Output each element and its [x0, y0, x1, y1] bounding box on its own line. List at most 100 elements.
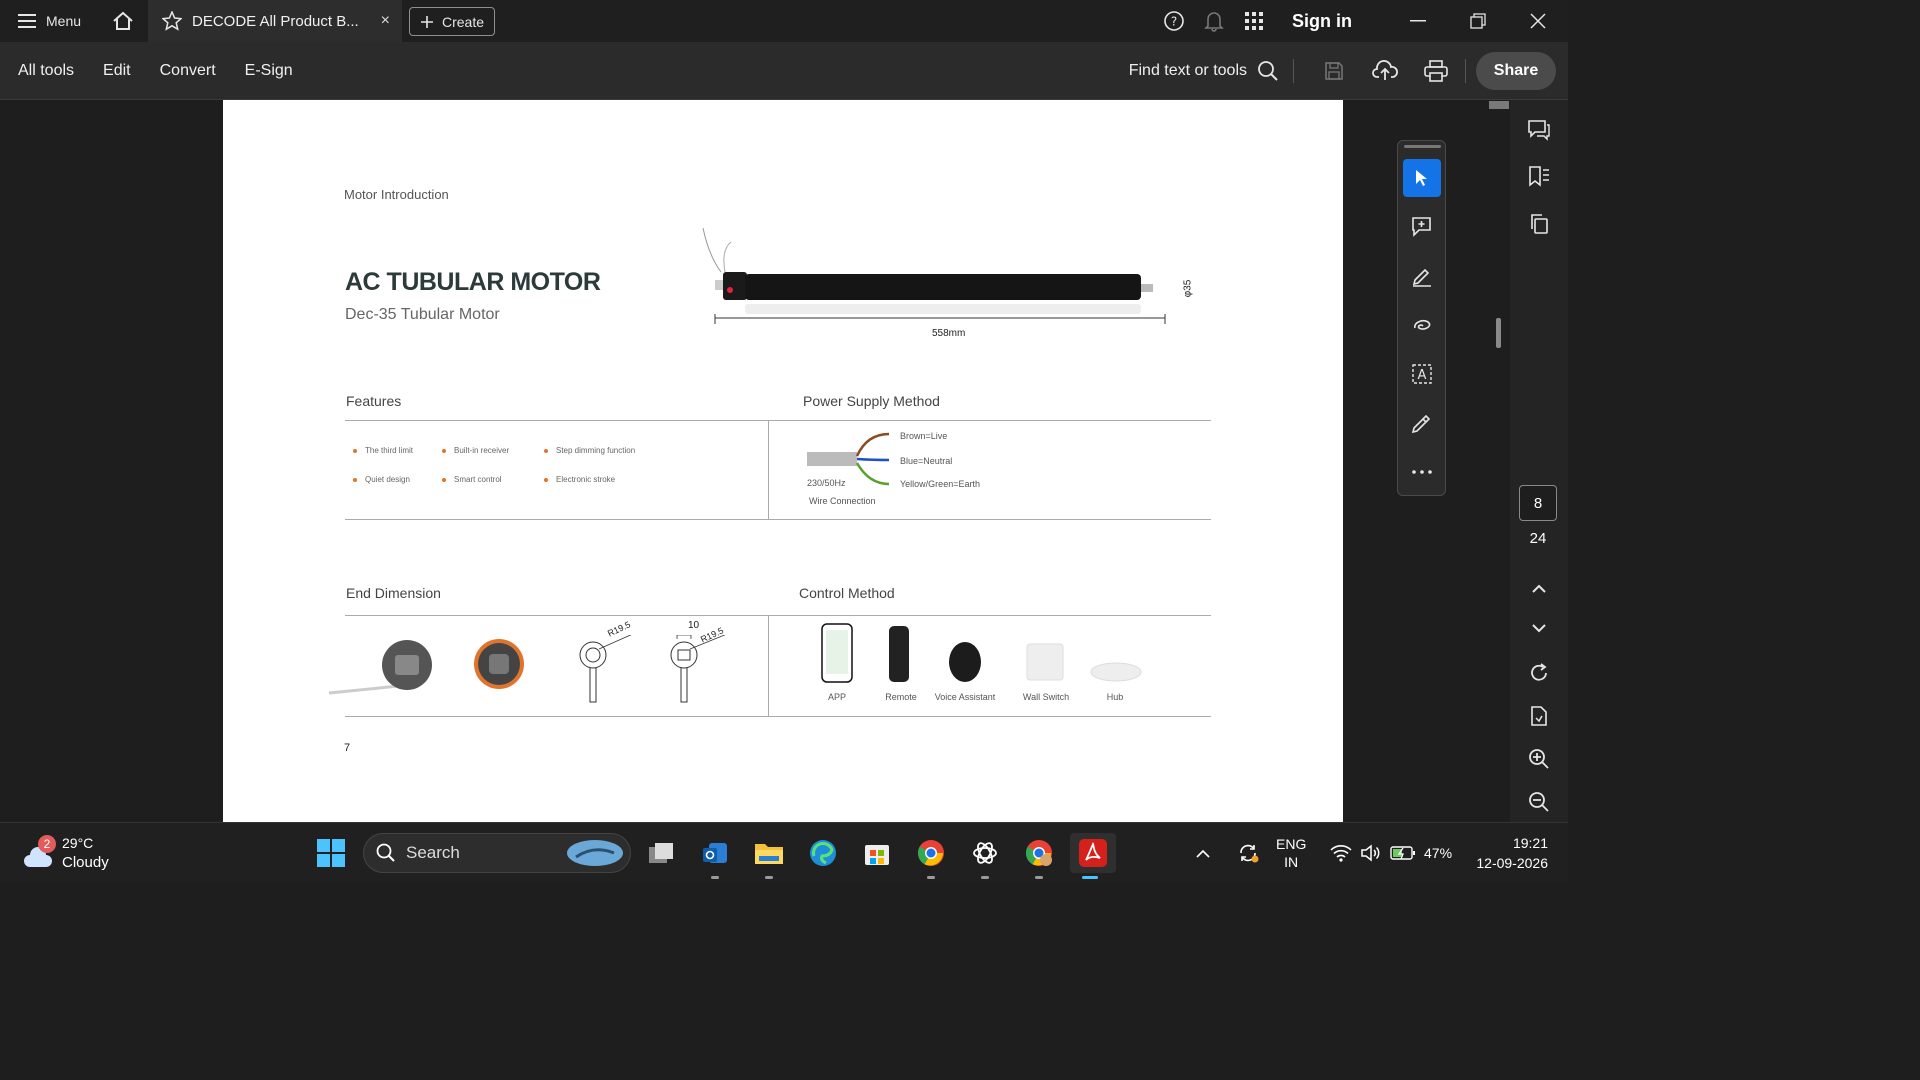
- select-tool[interactable]: [1403, 159, 1441, 197]
- tab-close-button[interactable]: ×: [381, 12, 390, 30]
- star-icon[interactable]: [162, 11, 182, 31]
- clock-date: 12-09-2026: [1476, 855, 1548, 871]
- close-window-button[interactable]: [1508, 13, 1568, 29]
- divider-vertical: [768, 420, 769, 520]
- comments-panel-button[interactable]: [1520, 112, 1558, 148]
- more-tools-button[interactable]: [1403, 453, 1441, 491]
- menu-button[interactable]: Menu: [0, 13, 100, 29]
- language-code: ENG: [1276, 836, 1307, 852]
- document-tab[interactable]: DECODE All Product B... ×: [148, 0, 402, 42]
- taskbar-search[interactable]: Search: [363, 833, 631, 873]
- product-title: AC TUBULAR MOTOR: [345, 268, 601, 296]
- zoom-in-button[interactable]: [1520, 741, 1558, 777]
- divider-line: [345, 519, 1211, 520]
- page-file-icon: [1531, 706, 1547, 726]
- apps-button[interactable]: [1234, 12, 1274, 30]
- keyboard-region: IN: [1284, 854, 1299, 870]
- document-viewer[interactable]: Motor Introduction AC TUBULAR MOTOR Dec-…: [0, 100, 1510, 822]
- task-view-icon: [649, 843, 673, 863]
- toolbar-edit[interactable]: Edit: [103, 62, 131, 80]
- weather-condition: Cloudy: [62, 854, 109, 871]
- printer-icon: [1423, 60, 1448, 82]
- store-app[interactable]: [857, 833, 897, 873]
- sync-icon: [1240, 844, 1259, 863]
- print-button[interactable]: [1410, 60, 1461, 82]
- next-page-button[interactable]: [1520, 610, 1558, 646]
- chrome-profile-app[interactable]: [1019, 833, 1059, 879]
- rotate-icon: [1531, 663, 1547, 681]
- chrome-app[interactable]: [911, 833, 951, 879]
- start-button[interactable]: [311, 833, 351, 873]
- sign-tool[interactable]: [1403, 404, 1441, 442]
- divider-line: [345, 615, 1211, 616]
- home-icon: [113, 11, 133, 30]
- sync-status[interactable]: [1236, 823, 1260, 883]
- outlook-icon: [703, 843, 727, 863]
- chatgpt-app[interactable]: [965, 833, 1005, 879]
- zoom-out-button[interactable]: [1520, 784, 1558, 820]
- panel-drag-handle[interactable]: [1404, 145, 1441, 148]
- main-toolbar: All tools Edit Convert E-Sign Find text …: [0, 42, 1568, 100]
- pen-icon: [1412, 268, 1431, 287]
- more-horizontal-icon: [1412, 470, 1432, 474]
- feature-item: Electronic stroke: [544, 475, 615, 484]
- task-view-button[interactable]: [641, 833, 681, 873]
- edge-app[interactable]: [803, 833, 843, 873]
- toolbar-divider: [1293, 59, 1294, 83]
- text-tool[interactable]: A: [1403, 355, 1441, 393]
- highlight-tool[interactable]: [1403, 257, 1441, 295]
- bookmarks-panel-button[interactable]: [1520, 158, 1558, 194]
- feature-label: Quiet design: [365, 475, 410, 484]
- toolbar-convert[interactable]: Convert: [160, 62, 216, 80]
- weather-widget[interactable]: 2 29°C Cloudy: [22, 833, 109, 873]
- show-hidden-icons[interactable]: [1196, 823, 1210, 883]
- share-button[interactable]: Share: [1476, 52, 1556, 90]
- wire-caption: Wire Connection: [809, 496, 876, 506]
- running-indicator: [981, 876, 989, 879]
- control-voice-label: Voice Assistant: [934, 692, 996, 702]
- toolbar-all-tools[interactable]: All tools: [18, 62, 74, 80]
- create-button[interactable]: Create: [409, 7, 495, 36]
- minimize-button[interactable]: [1388, 20, 1448, 22]
- notifications-button[interactable]: [1194, 10, 1234, 32]
- chatgpt-icon: [973, 842, 997, 864]
- outlook-app[interactable]: [695, 833, 735, 879]
- pages-panel-button[interactable]: [1520, 206, 1558, 242]
- menu-label: Menu: [46, 13, 82, 29]
- section-heading: Motor Introduction: [344, 187, 449, 202]
- find-text-button[interactable]: Find text or tools: [1129, 62, 1247, 80]
- current-page-input[interactable]: 8: [1519, 485, 1557, 521]
- search-icon[interactable]: [1257, 60, 1279, 82]
- language-indicator[interactable]: ENG IN: [1276, 823, 1306, 883]
- file-explorer-app[interactable]: [749, 833, 789, 879]
- acrobat-app[interactable]: [1070, 833, 1116, 879]
- add-comment-tool[interactable]: [1403, 208, 1441, 246]
- rotate-button[interactable]: [1520, 655, 1558, 691]
- draw-tool[interactable]: [1403, 306, 1441, 344]
- save-button[interactable]: [1308, 61, 1359, 81]
- svg-text:?: ?: [1171, 15, 1177, 29]
- clock[interactable]: 19:21 12-09-2026: [1466, 823, 1548, 883]
- title-bar: Menu DECODE All Product B... × Create ? …: [0, 0, 1568, 42]
- page-options-button[interactable]: [1520, 698, 1558, 734]
- restore-button[interactable]: [1448, 13, 1508, 29]
- wire-blue-label: Blue=Neutral: [900, 456, 953, 466]
- help-button[interactable]: ?: [1154, 10, 1194, 32]
- windows-taskbar: 2 29°C Cloudy Search ENG IN 47% 19:21 12…: [0, 822, 1568, 882]
- tab-title: DECODE All Product B...: [192, 12, 359, 30]
- running-indicator: [765, 876, 773, 879]
- search-highlight-icon: [567, 840, 623, 866]
- sign-in-button[interactable]: Sign in: [1292, 11, 1352, 32]
- vertical-scrollbar[interactable]: [1488, 100, 1510, 822]
- svg-text:A: A: [1418, 368, 1427, 383]
- comment-add-icon: [1412, 217, 1431, 237]
- running-indicator: [1035, 876, 1043, 879]
- toolbar-esign[interactable]: E-Sign: [245, 62, 293, 80]
- upload-button[interactable]: [1359, 60, 1410, 82]
- home-button[interactable]: [100, 11, 146, 31]
- copy-pages-icon: [1531, 214, 1548, 234]
- previous-page-button[interactable]: [1520, 570, 1558, 606]
- scrollbar-thumb[interactable]: [1496, 318, 1501, 348]
- scrollbar-top-marker: [1489, 101, 1509, 109]
- system-status-group[interactable]: 47%: [1330, 823, 1452, 883]
